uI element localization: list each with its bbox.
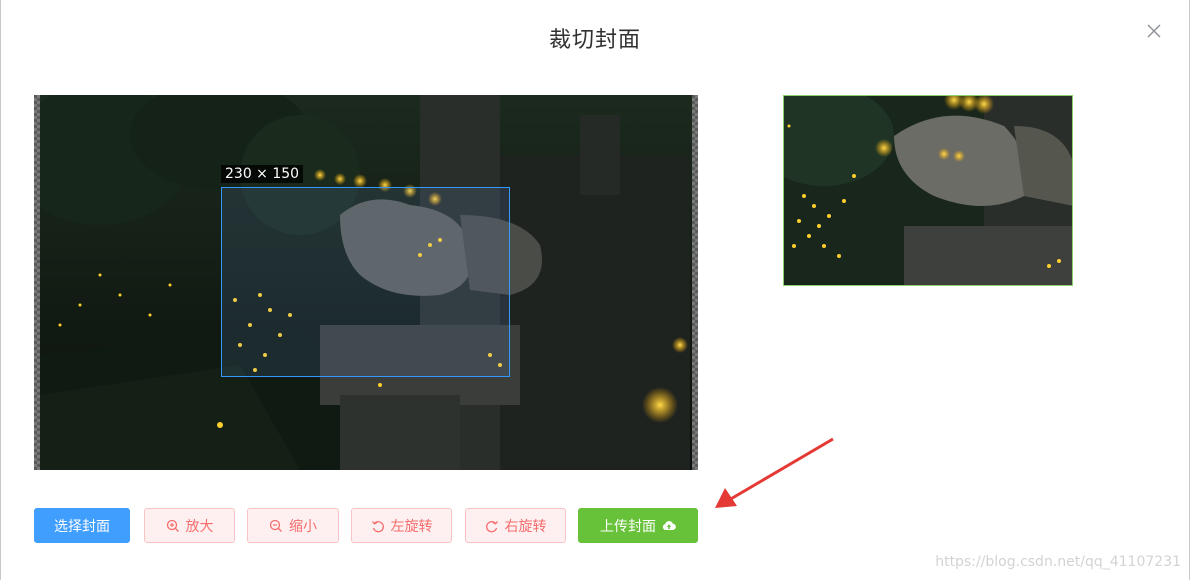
rotate-left-icon [371,520,384,532]
rotate-right-button[interactable]: 右旋转 [465,508,566,543]
zoom-in-icon [166,519,179,532]
preview-image [784,96,1072,285]
rotate-left-button[interactable]: 左旋转 [351,508,452,543]
rotate-right-label: 右旋转 [504,518,547,535]
annotation-arrow-icon [715,437,834,508]
cropper-stage[interactable]: 230 × 150 [34,95,698,470]
select-cover-button[interactable]: 选择封面 [34,508,130,543]
rotate-left-label: 左旋转 [390,518,433,535]
close-icon[interactable] [1145,22,1163,40]
select-cover-label: 选择封面 [54,518,110,535]
crop-cover-dialog: 裁切封面 230 × 150 选择封面 放大 缩小 左旋转 右旋转 上传封面 h… [0,0,1190,580]
cropper-background-right [692,95,698,470]
upload-cover-button[interactable]: 上传封面 [578,508,698,543]
zoom-in-button[interactable]: 放大 [144,508,235,543]
zoom-out-button[interactable]: 缩小 [247,508,339,543]
rotate-right-icon [485,520,498,532]
zoom-out-icon [269,519,282,532]
crop-preview [783,95,1073,286]
dialog-title: 裁切封面 [548,28,641,53]
zoom-out-label: 缩小 [289,518,317,535]
watermark-text: https://blog.csdn.net/qq_41107231 [935,554,1181,570]
cloud-upload-icon [662,520,676,530]
crop-size-label: 230 × 150 [221,165,304,183]
upload-cover-label: 上传封面 [600,518,656,535]
crop-selection-box[interactable] [221,187,510,377]
zoom-in-label: 放大 [185,518,214,535]
